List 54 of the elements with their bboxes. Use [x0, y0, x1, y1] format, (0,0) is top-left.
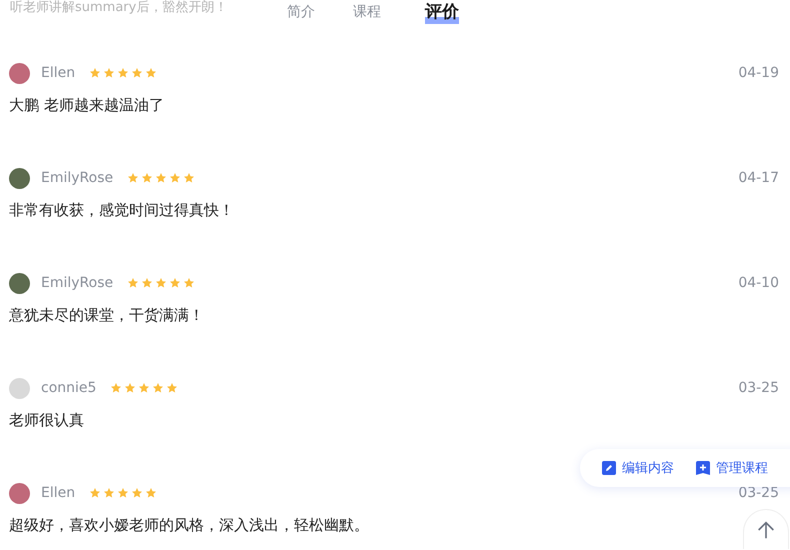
avatar — [9, 378, 30, 398]
star-icon — [124, 382, 136, 394]
avatar — [9, 62, 30, 84]
review-date: 04-19 — [738, 65, 779, 81]
user-name: Ellen — [41, 485, 76, 501]
star-icon — [103, 67, 116, 79]
pencil-icon — [602, 461, 616, 475]
action-button[interactable]: 管理课程 — [696, 459, 768, 477]
star-icon — [169, 277, 182, 289]
star-icon — [141, 172, 154, 184]
star-icon — [155, 277, 168, 289]
review-date: 04-17 — [738, 170, 779, 186]
star-icon — [89, 67, 102, 79]
star-icon — [103, 487, 116, 499]
review-text: 老师很认真 — [9, 410, 84, 431]
tab[interactable]: 课程 — [349, 0, 385, 24]
star-icon — [152, 382, 164, 394]
star-icon — [110, 382, 122, 394]
star-icon — [183, 172, 196, 184]
user-name: Ellen — [41, 65, 76, 81]
review-text: 非常有收获，感觉时间过得真快！ — [9, 200, 234, 221]
plus-icon — [696, 461, 710, 475]
star-icon — [166, 382, 178, 394]
review-date: 04-10 — [738, 275, 779, 291]
review-text: 超级好，喜欢小嫒老师的风格，深入浅出，轻松幽默。 — [9, 515, 369, 536]
tab[interactable]: 评价 — [425, 0, 459, 24]
star-icon — [117, 67, 130, 79]
avatar — [9, 272, 30, 294]
faded-comment-text: 听老师讲解summary后，豁然开朗！ — [10, 0, 228, 16]
star-icon — [169, 172, 182, 184]
star-icon — [155, 172, 168, 184]
tab[interactable]: 简介 — [283, 0, 319, 24]
back-to-top-button[interactable] — [743, 509, 789, 549]
review-text: 意犹未尽的课堂，干货满满！ — [9, 305, 204, 326]
star-icon — [138, 382, 150, 394]
review-date: 03-25 — [738, 380, 779, 396]
action-button[interactable]: 编辑内容 — [602, 459, 674, 477]
star-icon — [117, 487, 130, 499]
star-icon — [131, 67, 144, 79]
star-icon — [89, 487, 102, 499]
star-icon — [145, 487, 158, 499]
user-name: EmilyRose — [41, 170, 114, 186]
star-icon — [127, 172, 140, 184]
star-icon — [141, 277, 154, 289]
avatar — [9, 482, 30, 504]
review-date: 03-25 — [738, 485, 779, 501]
user-name: EmilyRose — [41, 275, 114, 291]
star-icon — [131, 487, 144, 499]
review-text: 大鹏 老师越来越温油了 — [9, 95, 164, 116]
user-name: connie5 — [41, 380, 96, 396]
avatar — [9, 168, 30, 188]
star-icon — [183, 277, 196, 289]
star-icon — [127, 277, 140, 289]
star-icon — [145, 67, 158, 79]
